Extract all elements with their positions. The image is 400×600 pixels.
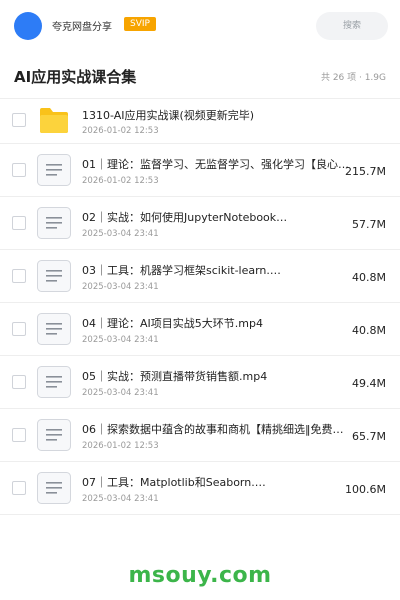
list-item[interactable]: 07｜工具：Matplotlib和Seaborn.… 2025-03-04 23… bbox=[0, 462, 400, 515]
file-name: 07｜工具：Matplotlib和Seaborn.… bbox=[82, 476, 266, 489]
file-size: 49.4M bbox=[352, 377, 386, 390]
document-icon bbox=[37, 366, 71, 398]
search-input[interactable] bbox=[316, 12, 388, 40]
file-date: 2026-01-02 12:53 bbox=[82, 126, 159, 136]
file-size: 100.6M bbox=[345, 483, 386, 496]
file-size: 215.7M bbox=[345, 165, 386, 178]
list-item[interactable]: 1310-AI应用实战课(视频更新完毕) 2026-01-02 12:53 bbox=[0, 96, 400, 144]
file-size: 57.7M bbox=[352, 218, 386, 231]
svip-badge: SVIP bbox=[124, 17, 156, 31]
checkbox[interactable] bbox=[12, 322, 26, 336]
checkbox[interactable] bbox=[12, 216, 26, 230]
file-size: 40.8M bbox=[352, 324, 386, 337]
list-item[interactable]: 04｜理论：AI项目实战5大环节.mp4 2025-03-04 23:41 40… bbox=[0, 303, 400, 356]
avatar[interactable] bbox=[14, 12, 42, 40]
file-size: 65.7M bbox=[352, 430, 386, 443]
file-date: 2026-01-02 12:53 bbox=[82, 441, 159, 451]
file-name: 02｜实战：如何使用JupyterNotebook… bbox=[82, 211, 288, 224]
file-list: 1310-AI应用实战课(视频更新完毕) 2026-01-02 12:53 01… bbox=[0, 96, 400, 515]
document-icon bbox=[37, 313, 71, 345]
file-date: 2026-01-02 12:53 bbox=[82, 176, 159, 186]
file-name: 04｜理论：AI项目实战5大环节.mp4 bbox=[82, 317, 263, 330]
folder-title-bar: AI应用实战课合集 共 26 项 · 1.9G bbox=[0, 52, 400, 99]
file-name: 01｜理论：监督学习、无监督学习、强化学习【良心整… bbox=[82, 158, 352, 171]
list-item[interactable]: 06｜探索数据中蕴含的故事和商机【精挑细选‖免费提… 2026-01-02 12… bbox=[0, 409, 400, 462]
file-size: 40.8M bbox=[352, 271, 386, 284]
list-item[interactable]: 02｜实战：如何使用JupyterNotebook… 2025-03-04 23… bbox=[0, 197, 400, 250]
page-title: AI应用实战课合集 bbox=[14, 68, 137, 86]
file-date: 2025-03-04 23:41 bbox=[82, 229, 159, 239]
watermark: msouy.com bbox=[128, 563, 272, 588]
document-icon bbox=[37, 260, 71, 292]
document-icon bbox=[37, 154, 71, 186]
list-item[interactable]: 03｜工具：机器学习框架scikit-learn.… 2025-03-04 23… bbox=[0, 250, 400, 303]
file-name: 03｜工具：机器学习框架scikit-learn.… bbox=[82, 264, 281, 277]
checkbox[interactable] bbox=[12, 163, 26, 177]
document-icon bbox=[37, 472, 71, 504]
list-item[interactable]: 01｜理论：监督学习、无监督学习、强化学习【良心整… 2026-01-02 12… bbox=[0, 144, 400, 197]
file-name: 1310-AI应用实战课(视频更新完毕) bbox=[82, 109, 255, 122]
checkbox[interactable] bbox=[12, 375, 26, 389]
checkbox[interactable] bbox=[12, 428, 26, 442]
document-icon bbox=[37, 207, 71, 239]
folder-icon bbox=[37, 104, 71, 136]
file-name: 05｜实战：预测直播带货销售额.mp4 bbox=[82, 370, 268, 383]
checkbox[interactable] bbox=[12, 481, 26, 495]
file-name: 06｜探索数据中蕴含的故事和商机【精挑细选‖免费提… bbox=[82, 423, 352, 436]
file-date: 2025-03-04 23:41 bbox=[82, 494, 159, 504]
file-date: 2025-03-04 23:41 bbox=[82, 388, 159, 398]
checkbox[interactable] bbox=[12, 269, 26, 283]
checkbox[interactable] bbox=[12, 112, 26, 127]
document-icon bbox=[37, 419, 71, 451]
user-name[interactable]: 夸克网盘分享 bbox=[52, 18, 112, 33]
file-date: 2025-03-04 23:41 bbox=[82, 282, 159, 292]
file-date: 2025-03-04 23:41 bbox=[82, 335, 159, 345]
header: 夸克网盘分享 SVIP bbox=[0, 0, 400, 52]
folder-meta: 共 26 项 · 1.9G bbox=[320, 73, 386, 83]
list-item[interactable]: 05｜实战：预测直播带货销售额.mp4 2025-03-04 23:41 49.… bbox=[0, 356, 400, 409]
page: 夸克网盘分享 SVIP AI应用实战课合集 共 26 项 · 1.9G 1310… bbox=[0, 0, 400, 600]
